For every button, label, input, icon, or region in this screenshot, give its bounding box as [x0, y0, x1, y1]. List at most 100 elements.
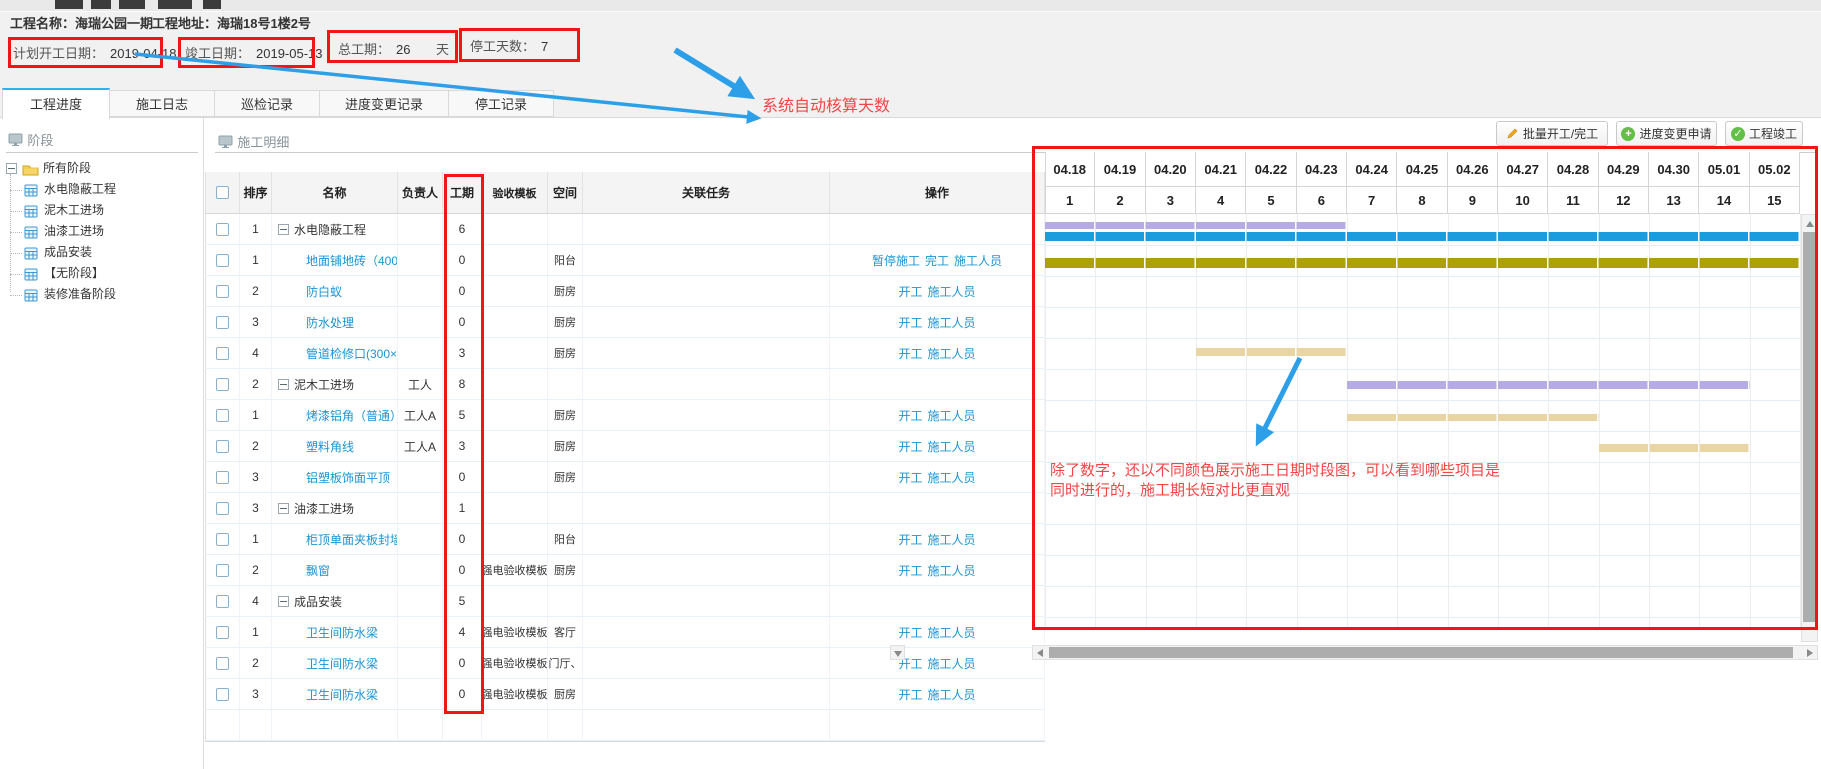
row-checkbox[interactable] — [216, 440, 229, 453]
op-link[interactable]: 完工 — [925, 252, 949, 269]
op-link[interactable]: 开工 — [898, 345, 922, 362]
stage-tree-root-label[interactable]: 所有阶段 — [43, 158, 91, 179]
task-name-link[interactable]: 塑料角线 — [306, 438, 354, 455]
stage-tree-item[interactable]: 油漆工进场 — [6, 221, 202, 242]
table-cell — [482, 369, 548, 400]
project-completion-button[interactable]: ✓工程竣工 — [1725, 121, 1803, 146]
op-link[interactable]: 施工人员 — [928, 562, 976, 579]
stage-tree-item[interactable]: 水电隐蔽工程 — [6, 179, 202, 200]
table-cell — [205, 431, 240, 462]
op-link[interactable]: 施工人员 — [928, 686, 976, 703]
stage-tree-item[interactable]: 装修准备阶段 — [6, 284, 202, 305]
row-checkbox[interactable] — [216, 688, 229, 701]
row-checkbox[interactable] — [216, 347, 229, 360]
scroll-up-icon[interactable] — [1806, 221, 1814, 227]
table-cell — [583, 307, 830, 338]
op-link[interactable]: 开工 — [898, 686, 922, 703]
gantt-bar — [1045, 222, 1347, 229]
stage-tree-item-label[interactable]: 水电隐蔽工程 — [44, 179, 116, 200]
task-name-link[interactable]: 地面铺地砖（400×400mm以 — [306, 252, 398, 269]
op-link[interactable]: 暂停施工 — [872, 252, 920, 269]
row-checkbox[interactable] — [216, 564, 229, 577]
task-name-link[interactable]: 烤漆铝角（普通） — [306, 407, 398, 424]
table-cell — [205, 586, 240, 617]
op-link[interactable]: 开工 — [898, 624, 922, 641]
table-cell: 5 — [443, 400, 482, 431]
tab-2[interactable]: 巡检记录 — [214, 90, 320, 117]
batch-start-finish-button[interactable]: 批量开工/完工 — [1496, 121, 1608, 146]
row-checkbox[interactable] — [216, 223, 229, 236]
stage-tree-item-label[interactable]: 油漆工进场 — [44, 221, 104, 242]
scroll-right-icon[interactable] — [1807, 649, 1813, 657]
row-checkbox[interactable] — [216, 502, 229, 515]
scroll-down-icon[interactable] — [894, 651, 902, 657]
tab-1[interactable]: 施工日志 — [109, 90, 215, 117]
stage-tree-item-label[interactable]: 【无阶段】 — [44, 263, 104, 284]
row-checkbox[interactable] — [216, 316, 229, 329]
task-name-link[interactable]: 柜顶单面夹板封墙 — [306, 531, 398, 548]
progress-change-request-button[interactable]: +进度变更申请 — [1616, 121, 1717, 146]
op-link[interactable]: 施工人员 — [928, 531, 976, 548]
task-name-link[interactable]: 防水处理 — [306, 314, 354, 331]
task-name-link[interactable]: 管道检修口(300×300mm) — [306, 345, 398, 362]
stage-tree-item[interactable]: 泥木工进场 — [6, 200, 202, 221]
row-checkbox[interactable] — [216, 533, 229, 546]
task-name-link[interactable]: 卫生间防水梁 — [306, 686, 378, 703]
op-link[interactable]: 施工人员 — [928, 407, 976, 424]
row-checkbox[interactable] — [216, 595, 229, 608]
scroll-left-icon[interactable] — [1037, 649, 1043, 657]
table-cell — [398, 524, 443, 555]
collapse-icon[interactable] — [278, 503, 289, 514]
select-all-checkbox[interactable] — [216, 186, 229, 199]
gantt-day-number-header: 13 — [1649, 187, 1699, 214]
op-link[interactable]: 开工 — [898, 531, 922, 548]
row-checkbox[interactable] — [216, 409, 229, 422]
row-checkbox[interactable] — [216, 657, 229, 670]
stage-tree-item[interactable]: 成品安装 — [6, 242, 202, 263]
op-link[interactable]: 开工 — [898, 438, 922, 455]
op-link[interactable]: 施工人员 — [928, 314, 976, 331]
op-link[interactable]: 施工人员 — [928, 438, 976, 455]
task-name-link[interactable]: 铝塑板饰面平顶 — [306, 469, 390, 486]
gantt-vscroll-thumb[interactable] — [1803, 232, 1816, 622]
row-checkbox[interactable] — [216, 471, 229, 484]
op-link[interactable]: 开工 — [898, 283, 922, 300]
table-scroll-down-button[interactable] — [890, 645, 905, 660]
op-link[interactable]: 施工人员 — [928, 283, 976, 300]
task-name-link[interactable]: 卫生间防水梁 — [306, 655, 378, 672]
op-link[interactable]: 开工 — [898, 407, 922, 424]
stage-tree-item[interactable]: 【无阶段】 — [6, 263, 202, 284]
row-checkbox[interactable] — [216, 254, 229, 267]
tab-3[interactable]: 进度变更记录 — [319, 90, 449, 117]
op-link[interactable]: 施工人员 — [928, 624, 976, 641]
tab-0[interactable]: 工程进度 — [2, 88, 110, 119]
row-checkbox[interactable] — [216, 285, 229, 298]
op-link[interactable]: 开工 — [898, 562, 922, 579]
op-link[interactable]: 开工 — [898, 469, 922, 486]
op-link[interactable]: 开工 — [898, 314, 922, 331]
task-name-link[interactable]: 飘窗 — [306, 562, 330, 579]
collapse-icon[interactable] — [6, 163, 17, 174]
stage-tree-item-label[interactable]: 成品安装 — [44, 242, 92, 263]
tab-4[interactable]: 停工记录 — [448, 90, 554, 117]
op-link[interactable]: 施工人员 — [928, 655, 976, 672]
collapse-icon[interactable] — [278, 224, 289, 235]
row-checkbox[interactable] — [216, 378, 229, 391]
op-link[interactable]: 施工人员 — [928, 469, 976, 486]
row-checkbox[interactable] — [216, 626, 229, 639]
gantt-horizontal-scrollbar[interactable] — [1032, 645, 1818, 660]
task-name-link[interactable]: 防白蚁 — [306, 283, 342, 300]
collapse-icon[interactable] — [278, 596, 289, 607]
collapse-icon[interactable] — [278, 379, 289, 390]
gantt-hscroll-thumb[interactable] — [1049, 647, 1793, 658]
table-cell: 1 — [240, 245, 272, 276]
op-link[interactable]: 施工人员 — [928, 345, 976, 362]
stage-tree-item-label[interactable]: 装修准备阶段 — [44, 284, 116, 305]
gantt-vertical-scrollbar[interactable] — [1801, 214, 1818, 642]
stage-tree-root[interactable]: 所有阶段 — [6, 158, 202, 179]
op-link[interactable]: 施工人员 — [954, 252, 1002, 269]
stage-tree-item-label[interactable]: 泥木工进场 — [44, 200, 104, 221]
monitor-icon — [218, 135, 234, 152]
gantt-gridline — [1045, 369, 1800, 370]
task-name-link[interactable]: 卫生间防水梁 — [306, 624, 378, 641]
